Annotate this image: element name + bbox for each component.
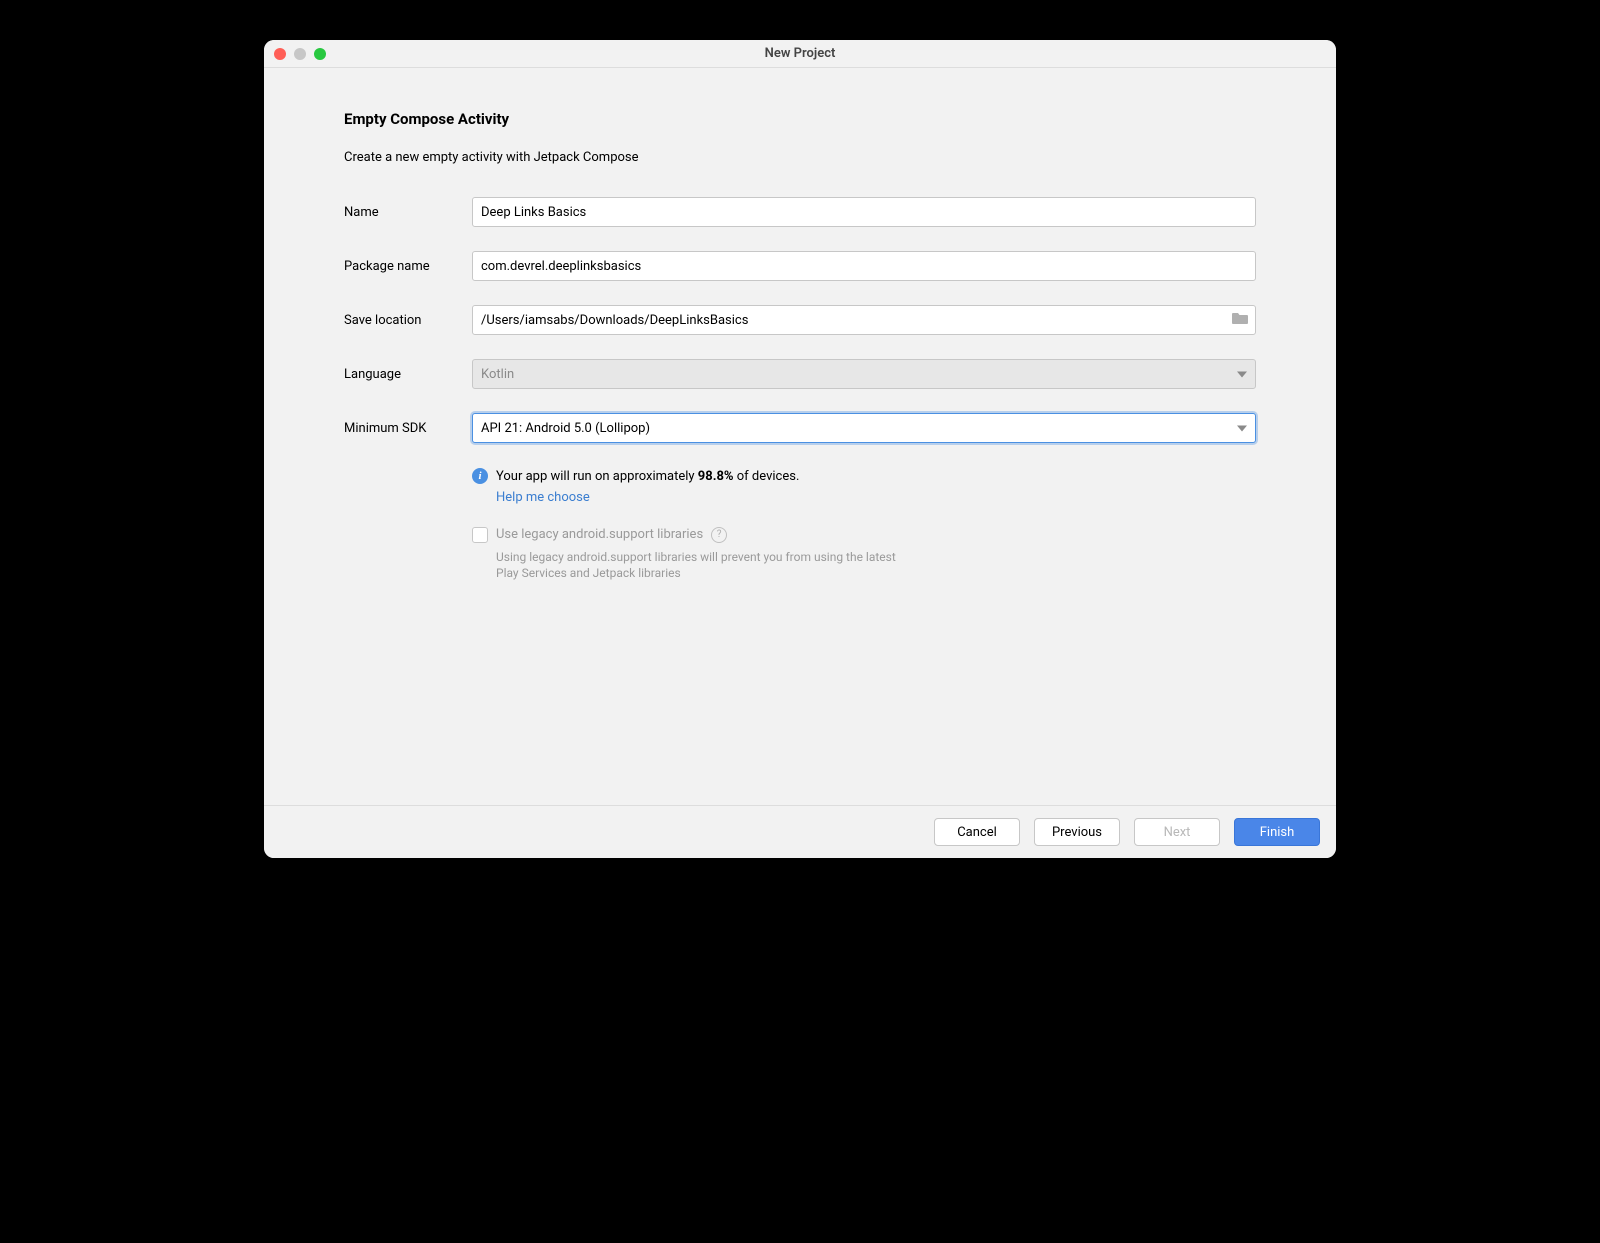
sdk-label: Minimum SDK (344, 421, 472, 436)
chevron-down-icon (1237, 367, 1247, 382)
page-title: Empty Compose Activity (344, 110, 1256, 128)
package-input[interactable] (472, 251, 1256, 281)
location-input[interactable] (472, 305, 1256, 335)
footer: Cancel Previous Next Finish (264, 805, 1336, 858)
window-title: New Project (765, 46, 836, 61)
sdk-percent: 98.8% (698, 469, 734, 484)
legacy-support-checkbox (472, 527, 488, 543)
language-select: Kotlin (472, 359, 1256, 389)
content-area: Empty Compose Activity Create a new empt… (264, 68, 1336, 805)
legacy-support-label: Use legacy android.support libraries (496, 527, 703, 542)
name-label: Name (344, 205, 472, 220)
previous-button[interactable]: Previous (1034, 818, 1120, 846)
name-input[interactable] (472, 197, 1256, 227)
browse-folder-icon[interactable] (1232, 311, 1248, 329)
page-subtitle: Create a new empty activity with Jetpack… (344, 150, 1256, 165)
info-icon (472, 468, 488, 484)
close-icon[interactable] (274, 48, 286, 60)
new-project-window: New Project Empty Compose Activity Creat… (264, 40, 1336, 858)
cancel-button[interactable]: Cancel (934, 818, 1020, 846)
package-label: Package name (344, 259, 472, 274)
help-icon[interactable]: ? (711, 527, 727, 543)
location-label: Save location (344, 313, 472, 328)
titlebar: New Project (264, 40, 1336, 68)
sdk-select[interactable]: API 21: Android 5.0 (Lollipop) (472, 413, 1256, 443)
language-value: Kotlin (481, 367, 514, 382)
maximize-icon[interactable] (314, 48, 326, 60)
help-me-choose-link[interactable]: Help me choose (496, 488, 590, 509)
legacy-support-desc: Using legacy android.support libraries w… (496, 549, 916, 583)
sdk-info-text: Your app will run on approximately 98.8%… (496, 467, 799, 509)
language-label: Language (344, 367, 472, 382)
next-button: Next (1134, 818, 1220, 846)
chevron-down-icon (1237, 421, 1247, 436)
minimize-icon[interactable] (294, 48, 306, 60)
traffic-lights (274, 48, 326, 60)
sdk-value: API 21: Android 5.0 (Lollipop) (481, 421, 650, 436)
finish-button[interactable]: Finish (1234, 818, 1320, 846)
